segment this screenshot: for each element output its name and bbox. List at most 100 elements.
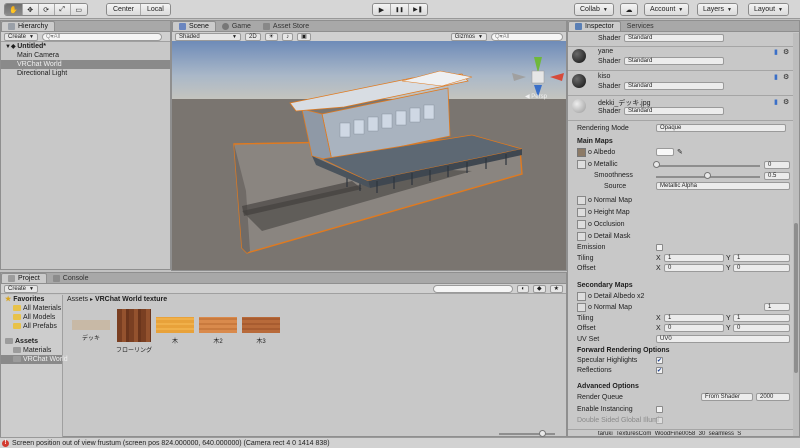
- shader-dropdown[interactable]: Standard: [624, 82, 724, 90]
- breadcrumb-root[interactable]: Assets: [67, 296, 88, 303]
- thumbnail-size-slider[interactable]: [499, 433, 555, 435]
- filter-by-type-icon[interactable]: ◐: [517, 284, 529, 293]
- scale-tool-icon[interactable]: ⤢: [54, 4, 71, 15]
- folder-vrchat-world[interactable]: VRChat World: [1, 355, 68, 364]
- eyedropper-icon[interactable]: ✎: [677, 148, 683, 156]
- collab-dropdown[interactable]: Collab ▼: [574, 3, 614, 16]
- settings-gear-icon[interactable]: ⚙: [783, 73, 789, 81]
- emission-checkbox[interactable]: [656, 244, 663, 251]
- reflections-checkbox[interactable]: ✔: [656, 367, 663, 374]
- layout-dropdown[interactable]: Layout ▼: [748, 3, 789, 16]
- rect-tool-icon[interactable]: ▭: [70, 4, 87, 15]
- shader-dropdown[interactable]: Standard: [624, 107, 724, 115]
- asset-item[interactable]: デッキ: [70, 309, 112, 342]
- offset-x-field[interactable]: 0: [664, 264, 724, 272]
- move-tool-icon[interactable]: ✥: [22, 4, 39, 15]
- hierarchy-item-directional-light[interactable]: Directional Light: [1, 69, 170, 78]
- tab-project[interactable]: Project: [1, 273, 47, 283]
- favorites-header[interactable]: ★ Favorites: [1, 295, 62, 304]
- asset-item[interactable]: フローリング: [113, 309, 155, 354]
- uv-set-dropdown[interactable]: UV0: [656, 335, 790, 343]
- specular-highlights-checkbox[interactable]: ✔: [656, 357, 663, 364]
- detail-albedo-slot[interactable]: [577, 292, 586, 301]
- layers-dropdown[interactable]: Layers ▼: [697, 3, 738, 16]
- asset-item[interactable]: 木3: [240, 309, 282, 345]
- hierarchy-item-main-camera[interactable]: Main Camera: [1, 51, 170, 60]
- tiling2-y-field[interactable]: 1: [733, 314, 790, 322]
- albedo-texture-slot[interactable]: [577, 148, 586, 157]
- metallic-texture-slot[interactable]: [577, 160, 586, 169]
- gizmos-dropdown[interactable]: Gizmos ▼: [450, 32, 487, 41]
- offset2-y-field[interactable]: 0: [733, 324, 790, 332]
- rendering-mode-dropdown[interactable]: Opaque: [656, 124, 786, 132]
- albedo-color-field[interactable]: [656, 148, 674, 156]
- help-book-icon[interactable]: ▮: [774, 73, 778, 81]
- scene-root[interactable]: ▼◆ Untitled*: [1, 42, 170, 51]
- account-dropdown[interactable]: Account ▼: [644, 3, 690, 16]
- favorite-all-prefabs[interactable]: All Prefabs: [1, 322, 62, 331]
- assets-header[interactable]: Assets: [1, 337, 62, 346]
- settings-gear-icon[interactable]: ⚙: [783, 48, 789, 56]
- metallic-value-field[interactable]: 0: [764, 161, 790, 169]
- occlusion-map-slot[interactable]: [577, 220, 586, 229]
- render-queue-value-field[interactable]: 2000: [756, 393, 790, 401]
- smoothness-value-field[interactable]: 0.5: [764, 172, 790, 180]
- scene-viewport[interactable]: ◀ Persp: [172, 41, 566, 270]
- cloud-button[interactable]: ☁: [620, 3, 638, 16]
- enable-instancing-checkbox[interactable]: [656, 406, 663, 413]
- help-book-icon[interactable]: ▮: [774, 48, 778, 56]
- rotate-tool-icon[interactable]: ⟳: [38, 4, 55, 15]
- pause-icon[interactable]: ❚❚: [391, 4, 409, 15]
- source-dropdown[interactable]: Metallic Alpha: [656, 182, 790, 190]
- project-create-button[interactable]: Create ▼: [4, 284, 38, 293]
- hierarchy-create-button[interactable]: Create ▼: [4, 32, 38, 41]
- scene-search-input[interactable]: Q▾All: [491, 32, 563, 41]
- status-bar[interactable]: ! Screen position out of view frustum (s…: [0, 437, 800, 448]
- offset2-x-field[interactable]: 0: [664, 324, 724, 332]
- tab-scene[interactable]: Scene: [172, 21, 216, 31]
- tiling-x-field[interactable]: 1: [664, 254, 724, 262]
- thumbnail-size-knob[interactable]: [539, 430, 546, 437]
- favorite-star-icon[interactable]: ★: [549, 284, 563, 293]
- perspective-label[interactable]: ◀ Persp: [525, 93, 547, 100]
- tab-game[interactable]: Game: [216, 21, 257, 31]
- favorite-all-materials[interactable]: All Materials: [1, 304, 62, 313]
- shader-dropdown[interactable]: Standard: [624, 34, 724, 42]
- smoothness-slider-knob[interactable]: [704, 172, 711, 179]
- hierarchy-search-input[interactable]: Q▾All: [41, 32, 162, 41]
- mode-2d-toggle[interactable]: 2D: [245, 32, 261, 41]
- normal-map-slot[interactable]: [577, 196, 586, 205]
- play-icon[interactable]: ▶: [373, 4, 391, 15]
- tab-console[interactable]: Console: [47, 273, 95, 283]
- hierarchy-item-vrchat-world[interactable]: VRChat World: [1, 60, 170, 69]
- breadcrumb-leaf[interactable]: VRChat World texture: [95, 296, 167, 303]
- tab-hierarchy[interactable]: Hierarchy: [1, 21, 55, 31]
- folder-materials[interactable]: Materials: [1, 346, 62, 355]
- asset-item[interactable]: 木2: [197, 309, 239, 345]
- pivot-center-button[interactable]: Center: [107, 4, 142, 15]
- secondary-normal-scale-field[interactable]: 1: [764, 303, 790, 311]
- detail-mask-slot[interactable]: [577, 232, 586, 241]
- tiling2-x-field[interactable]: 1: [664, 314, 724, 322]
- lighting-toggle-icon[interactable]: ☀: [264, 32, 279, 41]
- favorite-all-models[interactable]: All Models: [1, 313, 62, 322]
- metallic-slider-knob[interactable]: [653, 161, 660, 168]
- pivot-local-button[interactable]: Local: [141, 4, 170, 15]
- audio-toggle-icon[interactable]: ♪: [282, 32, 294, 41]
- render-queue-dropdown[interactable]: From Shader: [701, 393, 753, 401]
- tab-asset-store[interactable]: Asset Store: [257, 21, 315, 31]
- effects-toggle-icon[interactable]: ▣: [297, 32, 311, 41]
- secondary-normal-map-slot[interactable]: [577, 303, 586, 312]
- shader-dropdown[interactable]: Standard: [624, 57, 724, 65]
- shading-mode-dropdown[interactable]: Shaded ▼: [175, 32, 241, 41]
- inspector-scrollbar-thumb[interactable]: [794, 223, 798, 373]
- hand-tool-icon[interactable]: ✋: [5, 4, 23, 15]
- filter-by-label-icon[interactable]: ◆: [532, 284, 546, 293]
- help-book-icon[interactable]: ▮: [774, 98, 778, 106]
- tab-services[interactable]: Services: [621, 21, 660, 31]
- settings-gear-icon[interactable]: ⚙: [783, 98, 789, 106]
- offset-y-field[interactable]: 0: [733, 264, 790, 272]
- inspector-scrollbar[interactable]: [793, 33, 799, 436]
- tiling-y-field[interactable]: 1: [733, 254, 790, 262]
- double-sided-gi-checkbox[interactable]: [656, 417, 663, 424]
